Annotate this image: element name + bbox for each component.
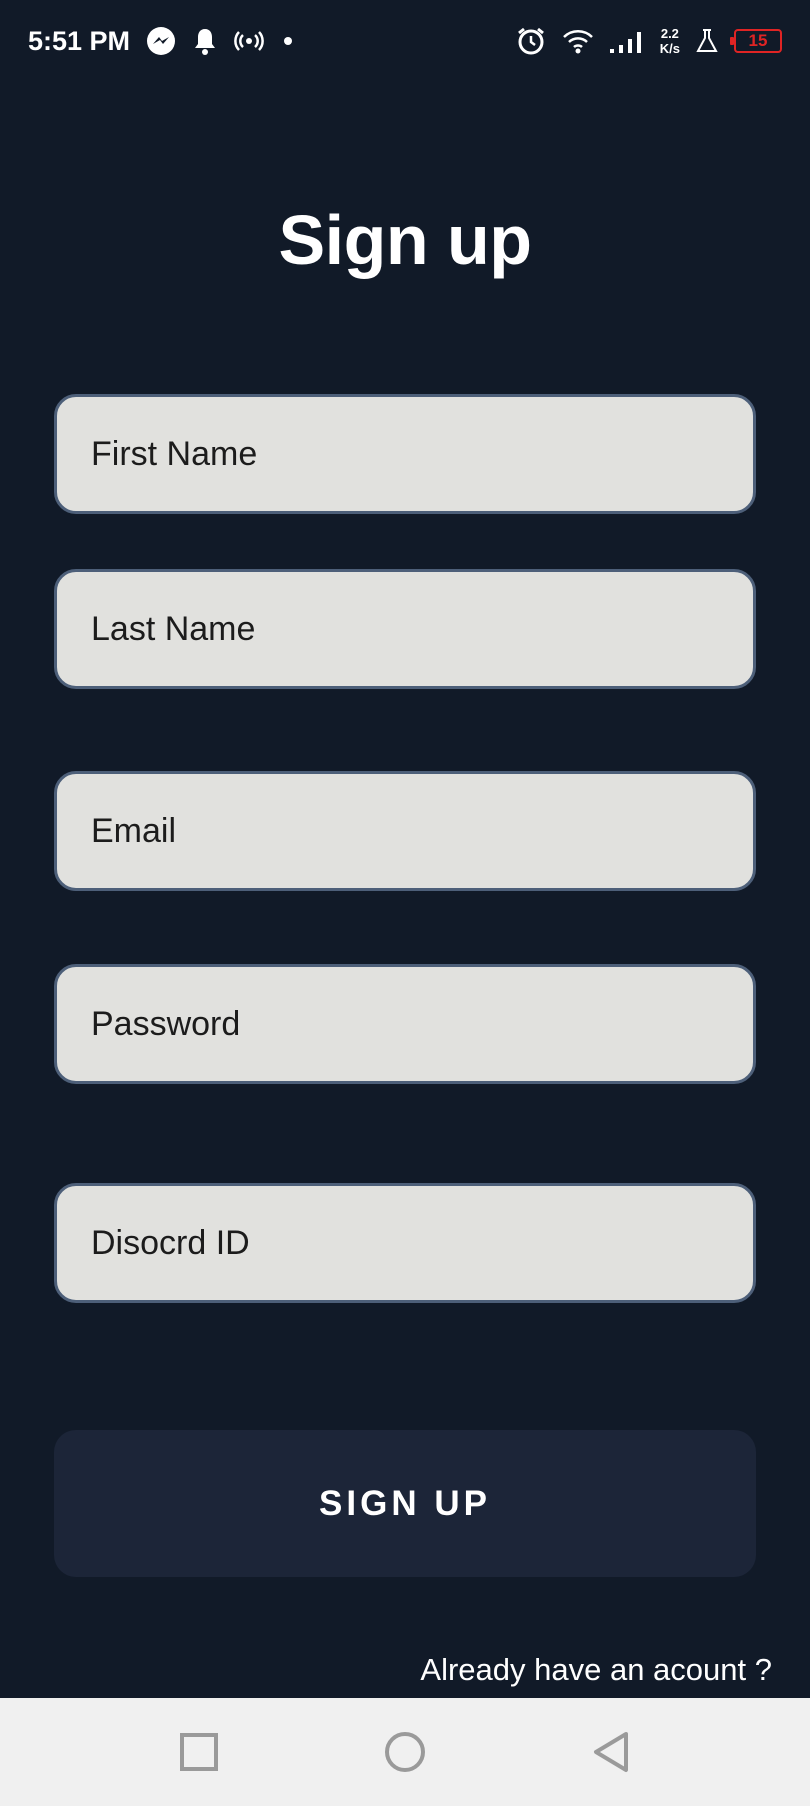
net-speed-unit: K/s — [659, 41, 680, 56]
email-input[interactable] — [91, 774, 753, 888]
first-name-input[interactable] — [91, 397, 753, 511]
battery-icon: 15 — [730, 29, 782, 53]
bell-icon — [192, 26, 218, 56]
signal-icon — [609, 28, 644, 54]
first-name-field[interactable] — [54, 394, 756, 514]
status-time: 5:51 PM — [28, 25, 131, 56]
discord-id-input[interactable] — [91, 1186, 753, 1300]
sign-up-button[interactable]: SIGN UP — [54, 1430, 756, 1577]
net-speed: 2.2 K/s — [660, 26, 680, 56]
dot-icon — [280, 33, 296, 49]
net-speed-value: 2.2 — [660, 26, 679, 41]
last-name-input[interactable] — [91, 572, 753, 686]
back-triangle-icon[interactable] — [583, 1724, 639, 1780]
status-bar: 5:51 PM 2.2 K/s 15 — [0, 0, 810, 82]
password-field[interactable] — [54, 964, 756, 1084]
battery-level: 15 — [748, 31, 768, 50]
flask-icon — [696, 28, 718, 54]
home-circle-icon[interactable] — [377, 1724, 433, 1780]
email-field[interactable] — [54, 771, 756, 891]
password-input[interactable] — [91, 967, 753, 1081]
page-title: Sign up — [278, 201, 532, 279]
wifi-icon — [562, 28, 594, 54]
hotspot-icon — [234, 29, 264, 53]
messenger-icon — [146, 26, 176, 56]
login-link[interactable]: Already have an acount ? — [420, 1652, 772, 1688]
alarm-icon — [516, 26, 546, 56]
navigation-bar — [0, 1698, 810, 1806]
status-right: 2.2 K/s 15 — [516, 26, 782, 56]
status-left: 5:51 PM — [28, 26, 296, 57]
discord-id-field[interactable] — [54, 1183, 756, 1303]
recents-square-icon[interactable] — [171, 1724, 227, 1780]
last-name-field[interactable] — [54, 569, 756, 689]
